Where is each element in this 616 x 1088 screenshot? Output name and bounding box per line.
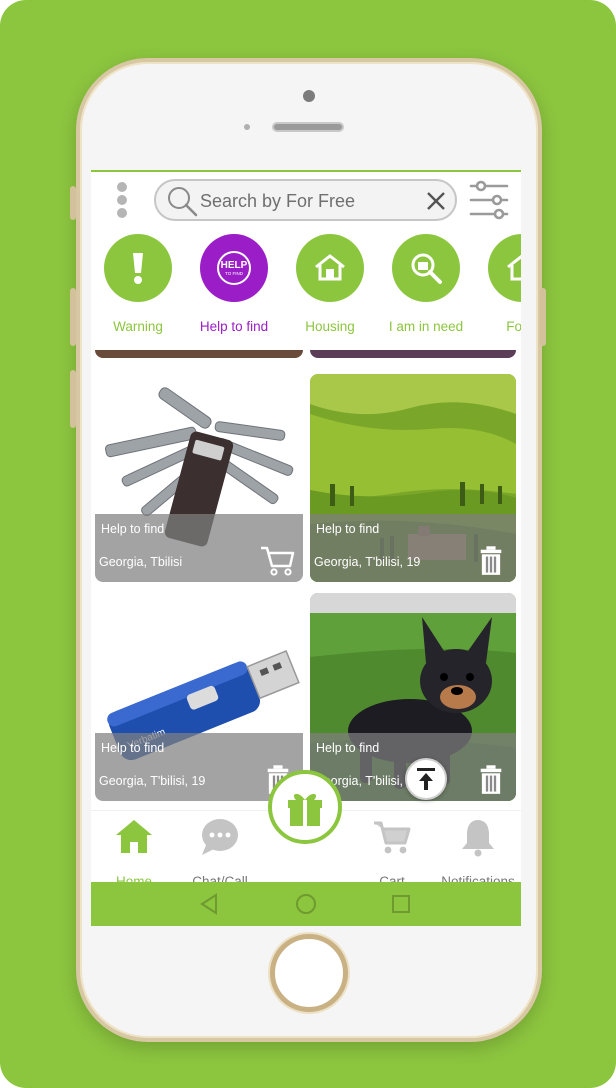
android-home-icon[interactable] [294, 892, 318, 916]
category-help-to-find[interactable]: HELP TO FIND Help to find [186, 234, 282, 344]
exclamation-icon [133, 253, 143, 284]
nav-notifications[interactable]: Notifications [435, 817, 521, 889]
android-navigation-bar [91, 882, 521, 926]
proximity-sensor [244, 124, 250, 130]
help-to-find-icon: HELP TO FIND [217, 251, 251, 285]
category-housing[interactable]: Housing [282, 234, 378, 344]
listing-type: Help to find [316, 741, 380, 755]
front-camera [303, 90, 315, 102]
bell-icon [462, 820, 494, 857]
scroll-to-top-button[interactable] [405, 758, 447, 800]
listing-location: Georgia, T'bilisi, 19 [314, 555, 421, 569]
listing-location: Georgia, T'bilisi, 19 [99, 774, 206, 788]
more-menu-icon[interactable] [115, 182, 129, 222]
volume-up-button [70, 288, 76, 346]
chat-icon [202, 819, 238, 855]
volume-down-button [70, 370, 76, 428]
listing-type: Help to find [101, 522, 165, 536]
nav-chat-call[interactable]: Chat/Call [177, 817, 263, 889]
app-screen: Warning HELP TO FIND Help to find Housin… [91, 170, 521, 926]
android-recents-icon[interactable] [389, 892, 413, 916]
search-icon [168, 187, 198, 217]
previous-card-edge [95, 350, 303, 358]
help-badge-line2: TO FIND [225, 271, 244, 276]
phone-home-button[interactable] [270, 934, 348, 1012]
magnifier-bag-icon [411, 253, 442, 284]
home-icon [116, 820, 152, 853]
top-accent-line [91, 170, 521, 172]
search-input[interactable] [200, 187, 420, 215]
cart-icon [374, 821, 411, 854]
category-label: Help to find [199, 319, 269, 334]
listing-type: Help to find [101, 741, 165, 755]
trash-icon[interactable] [478, 544, 504, 576]
listing-card[interactable]: Help to find Georgia, Tbilisi [95, 374, 303, 582]
category-label: For h [506, 319, 521, 334]
android-back-icon[interactable] [197, 892, 221, 916]
trash-icon[interactable] [478, 763, 504, 795]
nav-home[interactable]: Home [91, 817, 177, 889]
arrow-up-bar-icon [417, 768, 435, 790]
category-i-am-in-need[interactable]: I am in need [378, 234, 474, 344]
cart-icon[interactable] [259, 544, 295, 576]
close-icon[interactable] [424, 189, 448, 213]
gift-button[interactable] [268, 770, 342, 844]
listing-feed: Help to find Georgia, Tbilisi Help to fi… [91, 350, 521, 804]
filter-settings-icon[interactable] [469, 180, 509, 220]
earpiece-speaker [272, 122, 344, 132]
nav-cart[interactable]: Cart [349, 817, 435, 889]
help-badge-line1: HELP [221, 260, 248, 271]
listing-type: Help to find [316, 522, 380, 536]
gift-icon [288, 793, 322, 826]
category-label: I am in need [388, 319, 464, 334]
listing-card[interactable]: Help to find Georgia, T'bilisi, 19 [310, 374, 516, 582]
search-bar [154, 179, 457, 221]
category-label: Warning [113, 319, 163, 334]
previous-card-edge [310, 350, 516, 358]
house-icon [315, 254, 345, 281]
power-button [540, 288, 546, 346]
listing-location: Georgia, Tbilisi [99, 555, 183, 569]
listing-card[interactable]: Verbatim Help to find Georgia, T'bilisi,… [95, 593, 303, 801]
mute-switch [70, 186, 76, 220]
category-for-h[interactable]: For h [474, 234, 521, 344]
house-icon [507, 254, 521, 281]
category-warning[interactable]: Warning [91, 234, 186, 344]
category-bar: Warning HELP TO FIND Help to find Housin… [91, 234, 521, 344]
category-label: Housing [305, 319, 355, 334]
